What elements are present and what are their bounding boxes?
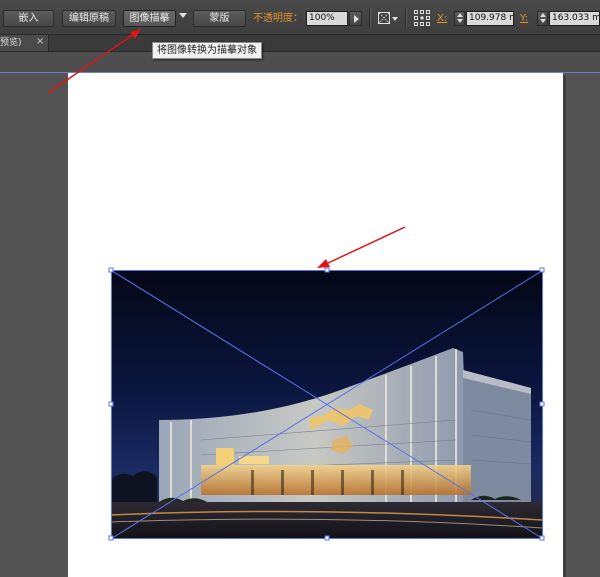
toolbar-divider: [369, 8, 371, 28]
edit-original-button[interactable]: 编辑原稿: [62, 10, 116, 27]
x-stepper[interactable]: [454, 11, 465, 26]
artboard-shadow: [563, 76, 566, 577]
document-tab-bar: 预览) ×: [0, 35, 600, 52]
y-label: Y:: [520, 12, 528, 25]
image-trace-dropdown-icon[interactable]: [179, 13, 187, 18]
y-stepper[interactable]: [537, 11, 548, 26]
x-input[interactable]: 109.978 m: [466, 11, 514, 26]
mask-button[interactable]: 蒙版: [193, 10, 246, 27]
document-tab-title[interactable]: 预览): [0, 37, 22, 49]
toolbar-divider: [405, 8, 407, 28]
embed-button[interactable]: 嵌入: [3, 10, 54, 27]
canvas-top-strip: [0, 52, 600, 73]
opacity-popup-icon[interactable]: [349, 11, 362, 26]
opacity-input[interactable]: 100%: [306, 11, 348, 26]
document-tab[interactable]: 预览) ×: [0, 35, 49, 51]
opacity-label[interactable]: 不透明度：: [253, 12, 303, 25]
recolor-artwork-icon[interactable]: [377, 10, 399, 27]
image-trace-tooltip: 将图像转换为描摹对象: [152, 42, 262, 59]
control-bar: 嵌入 编辑原稿 图像描摹 蒙版 不透明度： 100% X: 109.978 m …: [0, 0, 600, 35]
x-label: X:: [437, 12, 447, 25]
placed-image[interactable]: [111, 270, 542, 538]
reference-point-icon[interactable]: [413, 9, 431, 27]
x-label-text: X:: [437, 13, 448, 24]
image-trace-button[interactable]: 图像描摹: [123, 10, 176, 27]
close-icon[interactable]: ×: [36, 36, 44, 48]
y-label-text: Y:: [520, 13, 529, 24]
y-input[interactable]: 163.033 m: [549, 11, 600, 26]
